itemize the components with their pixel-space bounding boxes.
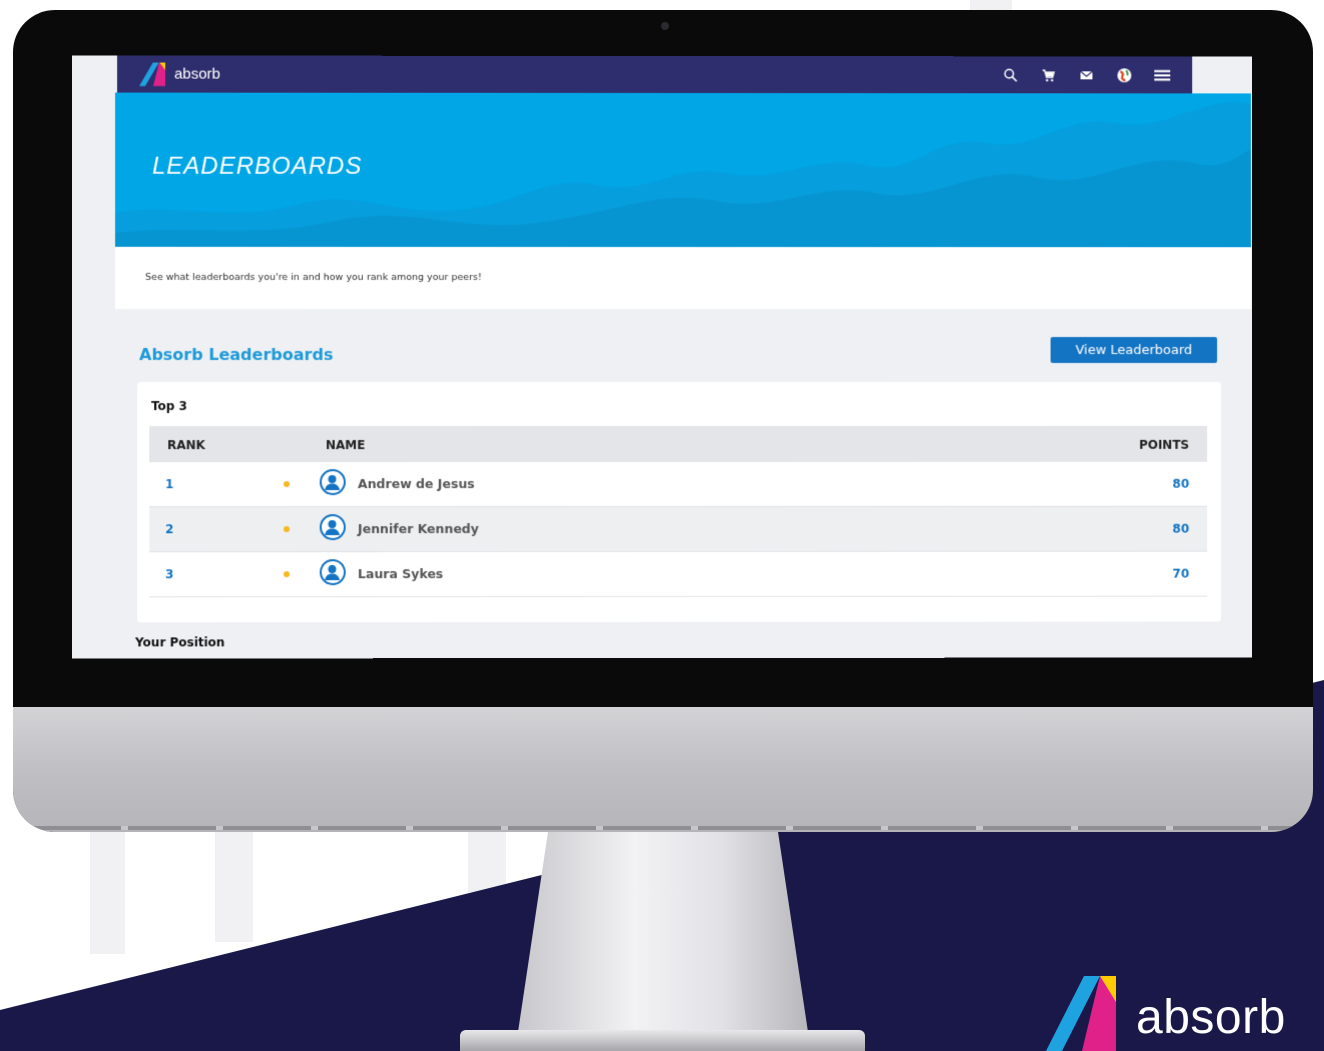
search-icon[interactable] <box>1003 67 1019 83</box>
screen: absorb LEADERBOARDS See what leaderboard… <box>71 55 1252 659</box>
monitor-stand-base <box>460 1030 865 1051</box>
globe-icon[interactable] <box>1116 67 1132 83</box>
points-cell: 70 <box>1172 566 1190 581</box>
background-stripe <box>90 832 125 954</box>
top3-title: Top 3 <box>151 399 188 414</box>
monitor-chin-line <box>33 826 1293 830</box>
intro-panel: See what leaderboards you're in and how … <box>115 246 1251 310</box>
hero-banner: LEADERBOARDS <box>115 92 1251 248</box>
rank-cell: 2 <box>165 522 174 537</box>
points-cell: 80 <box>1172 521 1190 536</box>
nav-brand-name: absorb <box>174 65 221 83</box>
avatar-icon <box>319 559 346 586</box>
camera-icon <box>661 22 669 30</box>
table-header: RANK NAME POINTS <box>149 425 1208 463</box>
rank-cell: 3 <box>165 567 174 582</box>
medal-dot-icon <box>283 571 290 578</box>
your-position-title: Your Position <box>135 635 225 650</box>
leaderboard-table: RANK NAME POINTS 1 Andrew de Jesus 80 2 … <box>149 425 1208 598</box>
table-row[interactable]: 3 Laura Sykes 70 <box>149 551 1208 598</box>
column-header-rank[interactable]: RANK <box>167 438 205 452</box>
monitor-stand <box>518 832 808 1032</box>
mail-icon[interactable] <box>1078 67 1094 83</box>
name-cell: Jennifer Kennedy <box>357 521 479 537</box>
column-header-points[interactable]: POINTS <box>1139 438 1189 452</box>
background-stripe <box>215 832 253 942</box>
page-title: LEADERBOARDS <box>152 152 363 180</box>
avatar-icon <box>319 469 346 496</box>
top3-card: Top 3 RANK NAME POINTS 1 Andrew de Jesus <box>137 381 1222 623</box>
background-stripe <box>468 832 506 892</box>
cart-icon[interactable] <box>1041 67 1057 83</box>
table-row[interactable]: 1 Andrew de Jesus 80 <box>149 461 1208 508</box>
column-header-name[interactable]: NAME <box>326 438 366 452</box>
top-navigation-bar: absorb <box>117 55 1193 94</box>
brand-wordmark: absorb <box>1136 991 1286 1044</box>
points-cell: 80 <box>1172 476 1190 491</box>
absorb-logo-icon[interactable] <box>139 62 167 86</box>
avatar-icon <box>319 514 346 541</box>
intro-text: See what leaderboards you're in and how … <box>145 271 482 283</box>
monitor-chin <box>13 707 1313 832</box>
table-row[interactable]: 2 Jennifer Kennedy 80 <box>149 506 1208 553</box>
name-cell: Laura Sykes <box>357 566 444 582</box>
view-leaderboard-button[interactable]: View Leaderboard <box>1050 337 1218 363</box>
monitor: absorb LEADERBOARDS See what leaderboard… <box>13 10 1313 832</box>
name-cell: Andrew de Jesus <box>357 476 475 492</box>
section-title: Absorb Leaderboards <box>139 344 334 365</box>
absorb-brand-logo-icon <box>1046 976 1118 1051</box>
leaderboards-section: Absorb Leaderboards View Leaderboard Top… <box>115 309 1251 659</box>
medal-dot-icon <box>283 481 290 488</box>
medal-dot-icon <box>283 526 290 533</box>
menu-icon[interactable] <box>1154 67 1171 83</box>
rank-cell: 1 <box>165 477 174 492</box>
